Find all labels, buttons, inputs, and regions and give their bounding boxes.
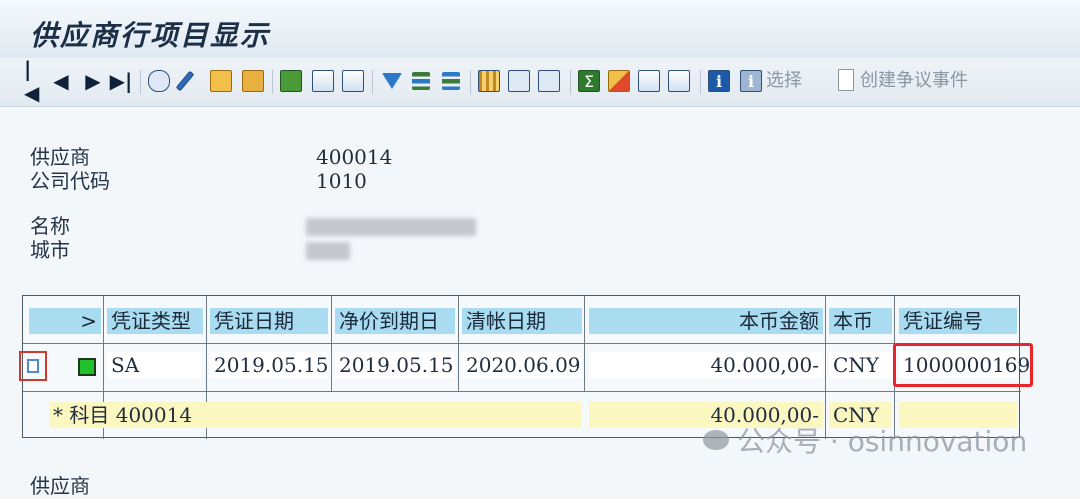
last-page-icon[interactable]: ▶| — [110, 68, 133, 94]
change-layout-icon[interactable] — [508, 68, 530, 94]
sort-ascending-icon[interactable] — [412, 68, 430, 94]
next-page-icon[interactable]: ▶ — [82, 68, 104, 94]
redacted-name — [306, 218, 476, 236]
vendor-value: 400014 — [316, 145, 393, 169]
local-amount-cell[interactable]: 40.000,00- — [589, 352, 823, 378]
title-bar: 供应商行项目显示 — [0, 0, 1080, 59]
total-row-label: * 科目 400014 — [49, 402, 581, 428]
display-document-icon[interactable] — [210, 68, 232, 94]
redacted-city — [306, 242, 350, 260]
checkbox-icon — [27, 359, 39, 373]
create-dispute-button[interactable]: 创建争议事件 — [860, 68, 968, 94]
status-green-icon — [78, 358, 96, 376]
save-layout-icon[interactable] — [538, 68, 560, 94]
doc-date-header[interactable]: 凭证日期 — [210, 308, 328, 334]
layout-icon[interactable] — [478, 68, 500, 94]
city-label: 城市 — [30, 238, 70, 262]
select-label[interactable]: 选择 — [766, 68, 802, 94]
info-icon[interactable]: i — [708, 68, 730, 94]
subtotal-icon[interactable] — [608, 68, 630, 94]
toolbar-separator — [570, 70, 571, 94]
toolbar-separator — [140, 70, 141, 94]
expand-column-header[interactable]: > — [29, 308, 101, 334]
previous-page-icon[interactable]: ◀ — [50, 68, 72, 94]
document-icon — [838, 69, 854, 91]
table-document-icon[interactable] — [312, 68, 334, 94]
vendor-label: 供应商 — [30, 145, 90, 169]
first-page-icon[interactable]: |◀ — [24, 57, 46, 105]
glasses-icon[interactable] — [148, 68, 170, 94]
local-amount-header[interactable]: 本币金额 — [589, 308, 823, 334]
calendar-icon[interactable] — [242, 68, 264, 94]
pencil-icon[interactable] — [175, 68, 195, 94]
toolbar-separator — [372, 70, 373, 94]
filter-icon[interactable] — [382, 68, 402, 94]
next-vendor-label: 供应商 — [30, 474, 90, 498]
document-search-icon[interactable] — [342, 68, 364, 94]
net-due-date-cell[interactable]: 2019.05.15 — [335, 352, 455, 378]
doc-type-cell[interactable]: SA — [107, 352, 201, 378]
doc-type-header[interactable]: 凭证类型 — [107, 308, 203, 334]
doc-date-cell[interactable]: 2019.05.15 — [210, 352, 329, 378]
expand-icon[interactable] — [638, 68, 660, 94]
watermark: 公众号 · osinnovation — [703, 420, 1027, 460]
toolbar-separator — [470, 70, 471, 94]
doc-number-header[interactable]: 凭证编号 — [899, 308, 1017, 334]
sort-descending-icon[interactable] — [442, 68, 460, 94]
net-due-date-header[interactable]: 净价到期日 — [335, 308, 455, 334]
line-items-grid: > 凭证类型 凭证日期 净价到期日 清帐日期 本币金额 本币 凭证编号 SA 2… — [22, 295, 1030, 439]
select-info-icon[interactable]: i — [740, 68, 762, 94]
local-currency-header[interactable]: 本币 — [829, 308, 892, 334]
local-currency-cell[interactable]: CNY — [829, 352, 892, 378]
window-title: 供应商行项目显示 — [30, 19, 271, 52]
clearing-date-cell[interactable]: 2020.06.09 — [462, 352, 582, 378]
refresh-icon[interactable] — [280, 68, 302, 94]
company-code-value: 1010 — [316, 169, 367, 193]
name-label: 名称 — [30, 214, 70, 238]
toolbar: |◀ ◀ ▶ ▶| Σ i i 选择 创建争议事件 — [0, 57, 1080, 107]
toolbar-separator — [700, 70, 701, 94]
watermark-text: 公众号 · osinnovation — [737, 425, 1028, 458]
row-select-checkbox[interactable] — [19, 351, 47, 381]
wechat-icon — [703, 430, 729, 450]
company-code-label: 公司代码 — [30, 169, 110, 193]
sum-icon[interactable]: Σ — [578, 68, 600, 94]
toolbar-separator — [272, 70, 273, 94]
collapse-icon[interactable] — [668, 68, 690, 94]
clearing-date-header[interactable]: 清帐日期 — [462, 308, 582, 334]
doc-number-highlight — [893, 343, 1033, 387]
